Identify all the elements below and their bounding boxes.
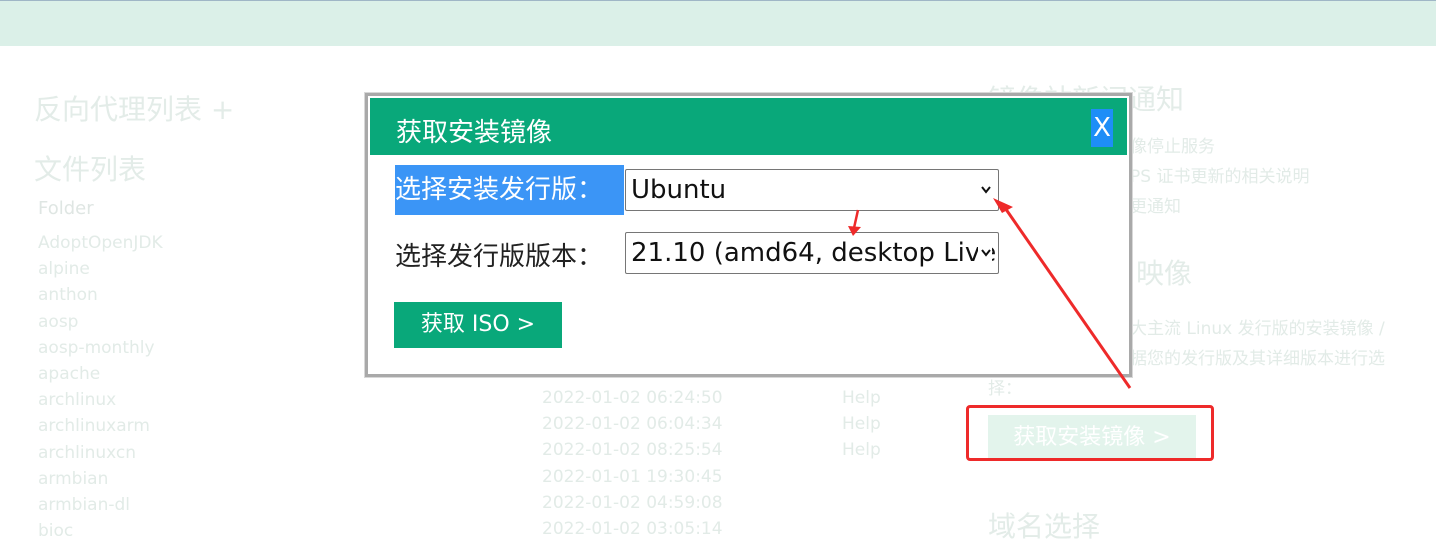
version-select[interactable]: 21.10 (amd64, desktop Live: [625, 232, 999, 274]
update-time: 2022-01-02 08:25:54: [542, 440, 723, 461]
help-link-list: Help Help Help: [842, 385, 881, 464]
news-item[interactable]: PS 证书更新的相关说明: [1130, 162, 1309, 187]
folder-link[interactable]: armbian-dl: [38, 492, 163, 518]
help-link[interactable]: Help: [842, 437, 881, 463]
mirror-heading: 映像: [1136, 257, 1193, 290]
distro-label: 选择安装发行版：: [395, 165, 624, 215]
folder-link[interactable]: aosp: [38, 309, 163, 335]
folder-link[interactable]: armbian: [38, 466, 163, 492]
update-time: 2022-01-02 03:05:14: [542, 518, 723, 539]
help-link[interactable]: Help: [842, 385, 881, 411]
domain-heading: 域名选择: [988, 510, 1101, 543]
mirror-description: 据您的发行版及其详细版本进行选: [1130, 349, 1385, 369]
update-time: 2022-01-02 04:59:08: [542, 492, 723, 513]
update-time: 2022-01-01 19:30:45: [542, 466, 723, 487]
distro-select[interactable]: Ubuntu: [625, 169, 999, 211]
dialog-header: 获取安装镜像 X: [370, 98, 1127, 155]
help-link[interactable]: Help: [842, 411, 881, 437]
file-list-heading: 文件列表: [34, 153, 147, 186]
folder-list: AdoptOpenJDK alpine anthon aosp aosp-mon…: [38, 230, 163, 544]
close-button[interactable]: X: [1091, 109, 1113, 147]
install-image-dialog: 获取安装镜像 X 选择安装发行版： Ubuntu 选择发行版版本： 21.10 …: [365, 93, 1132, 377]
version-select-value: 21.10 (amd64, desktop Live: [631, 238, 997, 268]
dialog-title: 获取安装镜像: [396, 118, 553, 148]
mirror-description: 择：: [988, 379, 1022, 399]
update-time-list: 2022-01-02 06:24:50 2022-01-02 06:04:34 …: [542, 385, 723, 542]
mirror-description: 大主流 Linux 发行版的安装镜像 /: [1130, 319, 1385, 339]
update-time: 2022-01-02 06:24:50: [542, 388, 723, 408]
folder-link[interactable]: anthon: [38, 282, 163, 308]
folder-link[interactable]: alpine: [38, 256, 163, 282]
folder-link[interactable]: archlinux: [38, 387, 163, 413]
folder-link[interactable]: AdoptOpenJDK: [38, 230, 163, 256]
reverse-proxy-heading[interactable]: 反向代理列表 +: [34, 88, 234, 128]
version-label: 选择发行版版本：: [395, 242, 604, 272]
news-item[interactable]: 更通知: [1130, 192, 1181, 217]
chevron-down-icon: [978, 233, 992, 273]
folder-link[interactable]: archlinuxarm: [38, 413, 163, 439]
folder-link[interactable]: aosp-monthly: [38, 335, 163, 361]
news-item[interactable]: 像停止服务: [1130, 132, 1215, 157]
folder-link[interactable]: archlinuxcn: [38, 440, 163, 466]
annotation-highlight-box: [966, 405, 1214, 461]
distro-select-value: Ubuntu: [631, 175, 727, 205]
top-header-bar: [0, 0, 1436, 46]
update-time: 2022-01-02 06:04:34: [542, 414, 723, 435]
folder-link[interactable]: apache: [38, 361, 163, 387]
get-iso-button[interactable]: 获取 ISO >: [394, 302, 562, 348]
folder-column-header[interactable]: Folder: [38, 198, 94, 219]
chevron-down-icon: [978, 170, 992, 210]
folder-link[interactable]: bioc: [38, 518, 163, 544]
